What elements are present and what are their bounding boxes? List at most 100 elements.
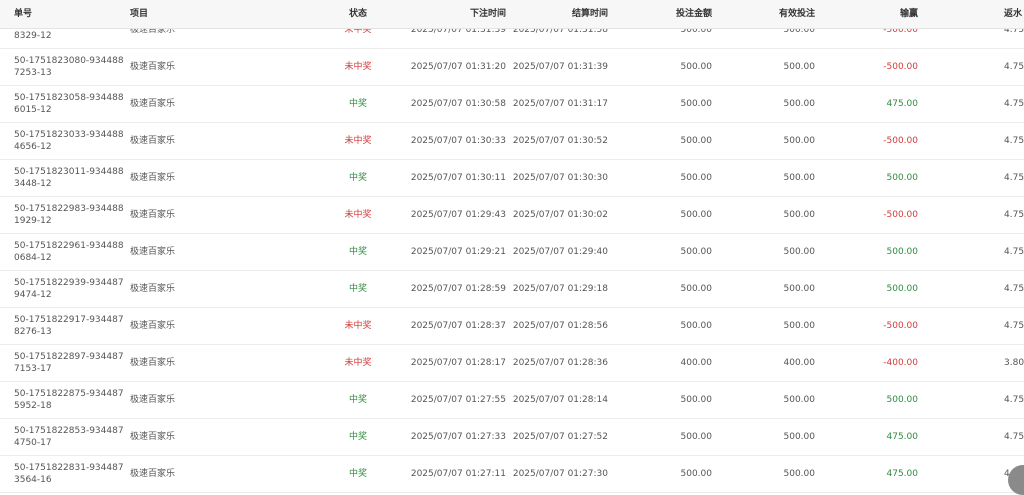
- row-win-loss: 475.00: [886, 432, 919, 442]
- row-valid-bet: 500.00: [783, 321, 816, 331]
- row-item: 极速百家乐: [130, 210, 176, 220]
- table-row[interactable]: 50-1751822961-9344880684-12 极速百家乐 中奖 2025/0…: [0, 234, 1024, 271]
- row-id: 50-1751822939-9344879474-12: [14, 278, 124, 300]
- header-win-loss[interactable]: 输赢: [830, 0, 918, 28]
- row-valid-bet: 500.00: [783, 469, 816, 479]
- row-item: 极速百家乐: [130, 136, 176, 146]
- row-settle-time: 2025/07/07 01:31:39: [512, 62, 608, 72]
- header-rebate[interactable]: 返水: [1004, 0, 1022, 28]
- table-row[interactable]: 50-1751822983-9344881929-12 极速百家乐 未中奖 2025/…: [0, 197, 1024, 234]
- row-bet-amount: 500.00: [680, 432, 713, 442]
- row-settle-time: 2025/07/07 01:30:30: [512, 173, 608, 183]
- row-id: 50-1751822961-9344880684-12: [14, 241, 124, 263]
- table-row[interactable]: 50-1751822917-9344878276-13 极速百家乐 未中奖 2025/…: [0, 308, 1024, 345]
- row-win-loss: -500.00: [883, 321, 918, 331]
- row-settle-time: 2025/07/07 01:27:30: [512, 469, 608, 479]
- header-bet-amount[interactable]: 投注金额: [630, 0, 712, 28]
- row-rebate: 4.75: [1004, 284, 1024, 294]
- row-id: 50-1751823058-9344886015-12: [14, 93, 124, 115]
- row-item: 极速百家乐: [130, 395, 176, 405]
- row-item: 极速百家乐: [130, 99, 176, 109]
- row-status: 中奖: [348, 99, 367, 109]
- row-bet-amount: 500.00: [680, 469, 713, 479]
- row-valid-bet: 500.00: [783, 62, 816, 72]
- table-row[interactable]: 50-1751822939-9344879474-12 极速百家乐 中奖 2025/0…: [0, 271, 1024, 308]
- row-valid-bet: 500.00: [783, 432, 816, 442]
- header-bet-time[interactable]: 下注时间: [410, 0, 506, 28]
- row-item: 极速百家乐: [130, 469, 176, 479]
- row-rebate: 4.75: [1004, 99, 1024, 109]
- row-status: 未中奖: [344, 210, 372, 220]
- row-rebate: 4.75: [1004, 432, 1024, 442]
- table-row[interactable]: 50-1751822875-9344875952-18 极速百家乐 中奖 2025/0…: [0, 382, 1024, 419]
- header-status[interactable]: 状态: [318, 0, 398, 28]
- table-row[interactable]: 50-1751822853-9344874750-17 极速百家乐 中奖 2025/0…: [0, 419, 1024, 456]
- row-id: 50-1751822897-9344877153-17: [14, 352, 124, 374]
- row-bet-amount: 500.00: [680, 210, 713, 220]
- row-bet-time: 2025/07/07 01:28:37: [410, 321, 506, 331]
- row-id: 50-1751822853-9344874750-17: [14, 426, 124, 448]
- row-id: 50-1751823080-9344887253-13: [14, 56, 124, 78]
- row-settle-time: 2025/07/07 01:29:18: [512, 284, 608, 294]
- row-rebate: 4.75: [1004, 247, 1024, 257]
- table-row[interactable]: 50-1751823011-9344883448-12 极速百家乐 中奖 2025/0…: [0, 160, 1024, 197]
- row-settle-time: 2025/07/07 01:30:52: [512, 136, 608, 146]
- table-header: 单号 项目 状态 下注时间 结算时间 投注金额 有效投注 输赢 返水: [0, 0, 1024, 29]
- header-item[interactable]: 项目: [130, 0, 148, 28]
- row-item: 极速百家乐: [130, 247, 176, 257]
- row-status: 中奖: [348, 247, 367, 257]
- row-win-loss: 500.00: [886, 395, 919, 405]
- row-status: 未中奖: [344, 62, 372, 72]
- row-win-loss: -500.00: [883, 62, 918, 72]
- table-row[interactable]: 50-1751823058-9344886015-12 极速百家乐 中奖 2025/0…: [0, 86, 1024, 123]
- table-row[interactable]: 50-1751823033-9344884656-12 极速百家乐 未中奖 2025/…: [0, 123, 1024, 160]
- row-item: 极速百家乐: [130, 432, 176, 442]
- row-settle-time: 2025/07/07 01:31:17: [512, 99, 608, 109]
- row-valid-bet: 500.00: [783, 210, 816, 220]
- row-item: 极速百家乐: [130, 358, 176, 368]
- row-id: 50-1751822917-9344878276-13: [14, 315, 124, 337]
- row-bet-amount: 500.00: [680, 99, 713, 109]
- row-win-loss: -500.00: [883, 136, 918, 146]
- row-bet-amount: 500.00: [680, 247, 713, 257]
- row-bet-amount: 500.00: [680, 136, 713, 146]
- header-settle-time[interactable]: 结算时间: [512, 0, 608, 28]
- row-status: 中奖: [348, 173, 367, 183]
- row-win-loss: 475.00: [886, 99, 919, 109]
- row-rebate: 4.75: [1004, 210, 1024, 220]
- row-status: 未中奖: [344, 358, 372, 368]
- row-bet-time: 2025/07/07 01:30:33: [410, 136, 506, 146]
- row-bet-time: 2025/07/07 01:29:43: [410, 210, 506, 220]
- row-bet-time: 2025/07/07 01:30:58: [410, 99, 506, 109]
- row-rebate: 4.75: [1004, 62, 1024, 72]
- header-id[interactable]: 单号: [14, 0, 32, 28]
- row-item: 极速百家乐: [130, 62, 176, 72]
- row-status: 中奖: [348, 395, 367, 405]
- row-win-loss: 500.00: [886, 173, 919, 183]
- row-settle-time: 2025/07/07 01:28:14: [512, 395, 608, 405]
- row-settle-time: 2025/07/07 01:28:36: [512, 358, 608, 368]
- row-valid-bet: 500.00: [783, 247, 816, 257]
- row-bet-time: 2025/07/07 01:28:59: [410, 284, 506, 294]
- row-status: 中奖: [348, 284, 367, 294]
- row-bet-amount: 500.00: [680, 284, 713, 294]
- row-bet-time: 2025/07/07 01:29:21: [410, 247, 506, 257]
- table-row[interactable]: 50-1751822831-9344873564-16 极速百家乐 中奖 2025/0…: [0, 456, 1024, 493]
- header-valid-bet[interactable]: 有效投注: [730, 0, 815, 28]
- row-bet-time: 2025/07/07 01:27:11: [410, 469, 506, 479]
- row-valid-bet: 400.00: [783, 358, 816, 368]
- row-status: 未中奖: [344, 321, 372, 331]
- row-settle-time: 2025/07/07 01:29:40: [512, 247, 608, 257]
- row-bet-amount: 500.00: [680, 173, 713, 183]
- row-settle-time: 2025/07/07 01:30:02: [512, 210, 608, 220]
- row-win-loss: 500.00: [886, 247, 919, 257]
- table-row[interactable]: 50-1751823080-9344887253-13 极速百家乐 未中奖 2025/…: [0, 49, 1024, 86]
- row-bet-time: 2025/07/07 01:30:11: [410, 173, 506, 183]
- row-win-loss: -400.00: [883, 358, 918, 368]
- table-row[interactable]: 50-1751822897-9344877153-17 极速百家乐 未中奖 2025/…: [0, 345, 1024, 382]
- row-item: 极速百家乐: [130, 284, 176, 294]
- row-bet-time: 2025/07/07 01:27:55: [410, 395, 506, 405]
- row-valid-bet: 500.00: [783, 284, 816, 294]
- table-body: 50-1751823099-9344888329-12极速百家乐未中奖2025/…: [0, 12, 1024, 493]
- row-bet-time: 2025/07/07 01:28:17: [410, 358, 506, 368]
